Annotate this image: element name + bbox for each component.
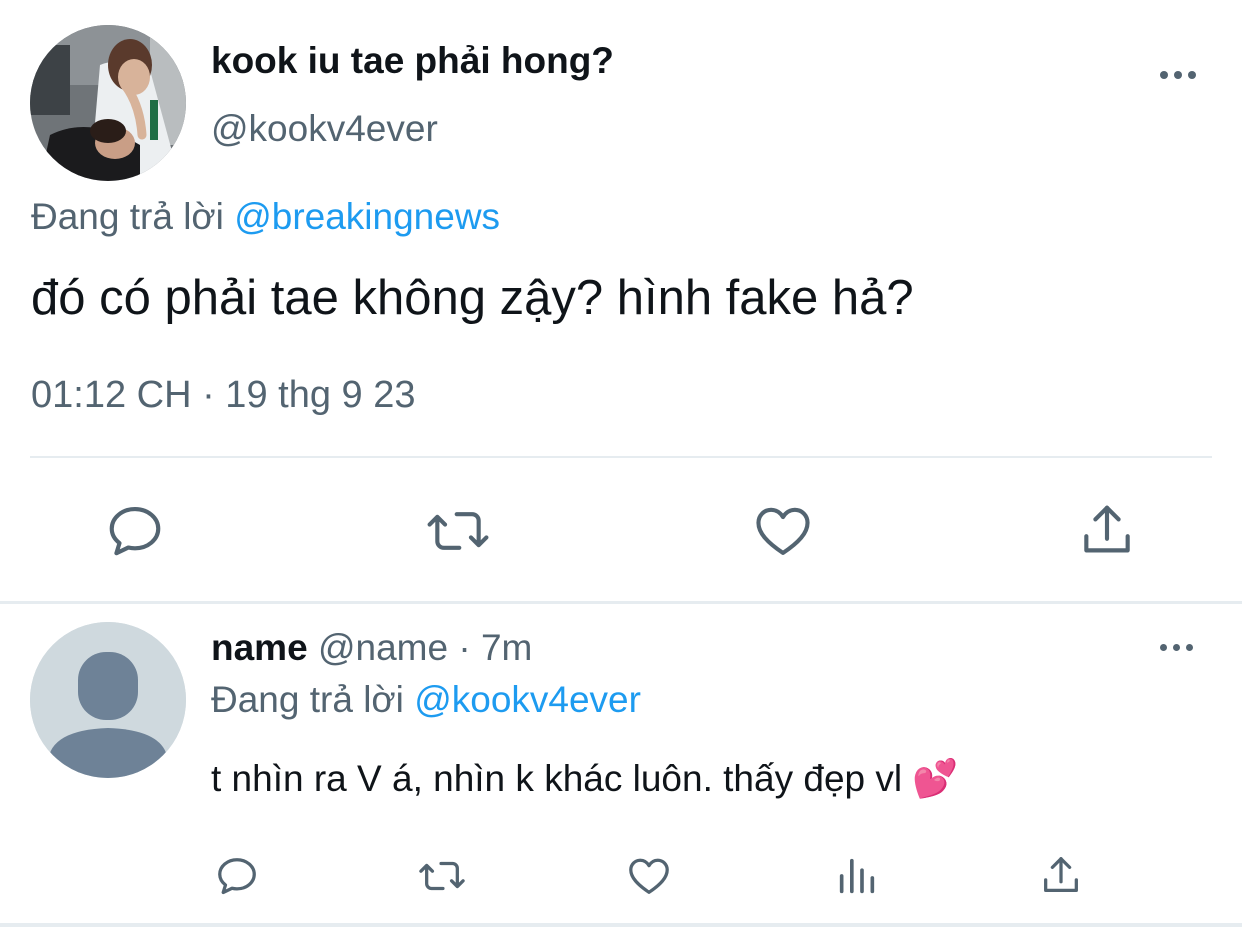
- reply-handle[interactable]: @name: [318, 627, 448, 668]
- like-icon[interactable]: [752, 500, 814, 562]
- profile-photo: [30, 25, 186, 181]
- reply-display-name[interactable]: name: [211, 627, 308, 668]
- divider: [30, 456, 1212, 458]
- share-icon[interactable]: [1076, 500, 1138, 562]
- replying-to-mention[interactable]: @kookv4ever: [414, 679, 641, 720]
- share-icon[interactable]: [1038, 853, 1084, 899]
- tweet-text: đó có phải tae không zậy? hình fake hả?: [31, 271, 914, 325]
- replying-to: Đang trả lời @kookv4ever: [211, 679, 641, 721]
- more-options-icon[interactable]: [1160, 68, 1200, 82]
- reply-age[interactable]: 7m: [481, 627, 532, 668]
- reply-icon[interactable]: [214, 853, 260, 899]
- default-avatar-icon: [30, 622, 186, 778]
- reply-text-body: t nhìn ra V á, nhìn k khác luôn. thấy đẹ…: [211, 758, 903, 799]
- reply-avatar[interactable]: [30, 622, 186, 778]
- like-icon[interactable]: [626, 853, 672, 899]
- retweet-icon[interactable]: [416, 853, 468, 899]
- two-hearts-emoji: 💕: [912, 758, 959, 799]
- replying-to: Đang trả lời @breakingnews: [31, 196, 500, 238]
- author-handle[interactable]: @kookv4ever: [211, 108, 438, 150]
- replying-to-mention[interactable]: @breakingnews: [234, 196, 500, 237]
- profile-avatar[interactable]: [30, 25, 186, 181]
- replying-to-label: Đang trả lời: [211, 679, 404, 720]
- reply-icon[interactable]: [104, 500, 166, 562]
- separator: ·: [458, 627, 471, 668]
- divider: [0, 923, 1242, 927]
- retweet-icon[interactable]: [424, 500, 492, 562]
- tweet-timestamp[interactable]: 01:12 CH · 19 thg 9 23: [31, 374, 415, 417]
- reply-text: t nhìn ra V á, nhìn k khác luôn. thấy đẹ…: [211, 758, 958, 801]
- replying-to-label: Đang trả lời: [31, 196, 224, 237]
- divider: [0, 601, 1242, 604]
- analytics-icon[interactable]: [834, 853, 880, 899]
- reply-header: name @name · 7m: [211, 627, 532, 669]
- more-options-icon[interactable]: [1160, 641, 1200, 655]
- author-display-name[interactable]: kook iu tae phải hong?: [211, 40, 614, 82]
